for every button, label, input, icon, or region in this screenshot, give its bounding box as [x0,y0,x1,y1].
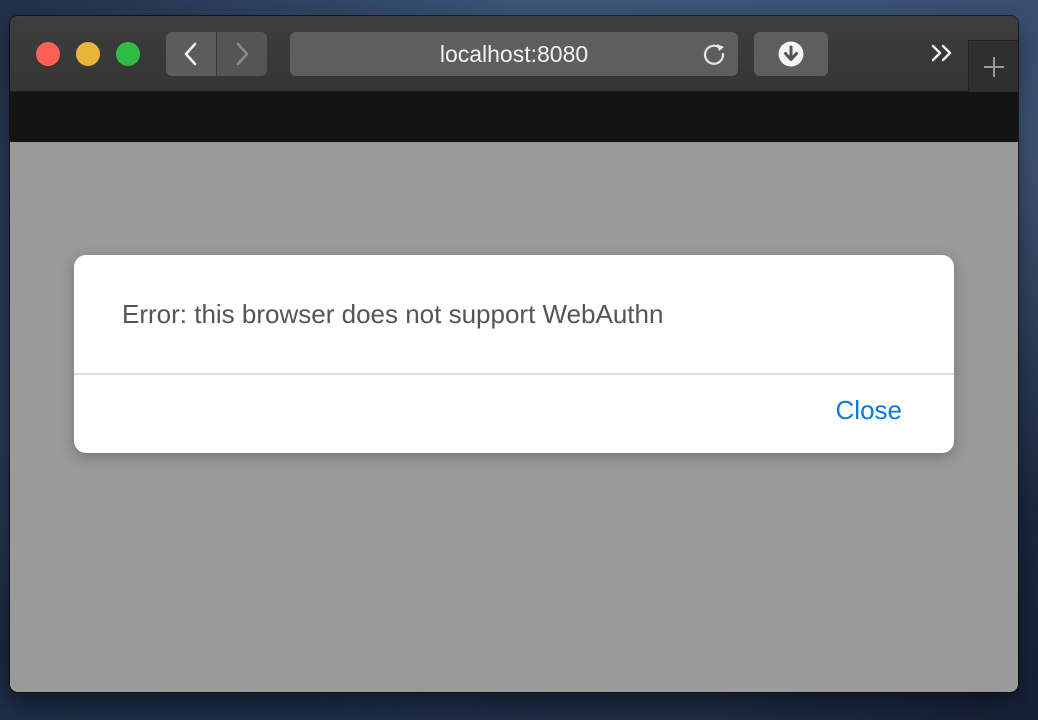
plus-icon [984,56,1004,77]
favorites-bar [10,92,1018,142]
window-close-button[interactable] [36,42,60,66]
window-maximize-button[interactable] [116,42,140,66]
forward-button[interactable] [217,32,267,76]
page-content-overlay: Error: this browser does not support Web… [10,142,1018,692]
address-text: localhost:8080 [439,41,589,67]
double-chevron-right-icon [931,44,952,62]
address-bar[interactable]: localhost:8080 [290,32,738,76]
dialog-message: Error: this browser does not support Web… [122,299,664,329]
browser-window: localhost:8080 Error: this browser does … [10,16,1018,692]
download-icon [778,41,804,67]
browser-toolbar: localhost:8080 [10,16,1018,92]
back-button[interactable] [166,32,216,76]
alert-dialog: Error: this browser does not support Web… [74,255,954,453]
dialog-divider [74,373,954,375]
toolbar-overflow-button[interactable] [928,38,958,68]
chevron-right-icon [236,42,249,66]
downloads-button[interactable] [754,32,828,76]
new-tab-button[interactable] [968,40,1018,92]
chevron-left-icon [184,42,197,66]
close-button[interactable]: Close [836,395,902,426]
reload-icon[interactable] [700,40,728,68]
window-minimize-button[interactable] [76,42,100,66]
